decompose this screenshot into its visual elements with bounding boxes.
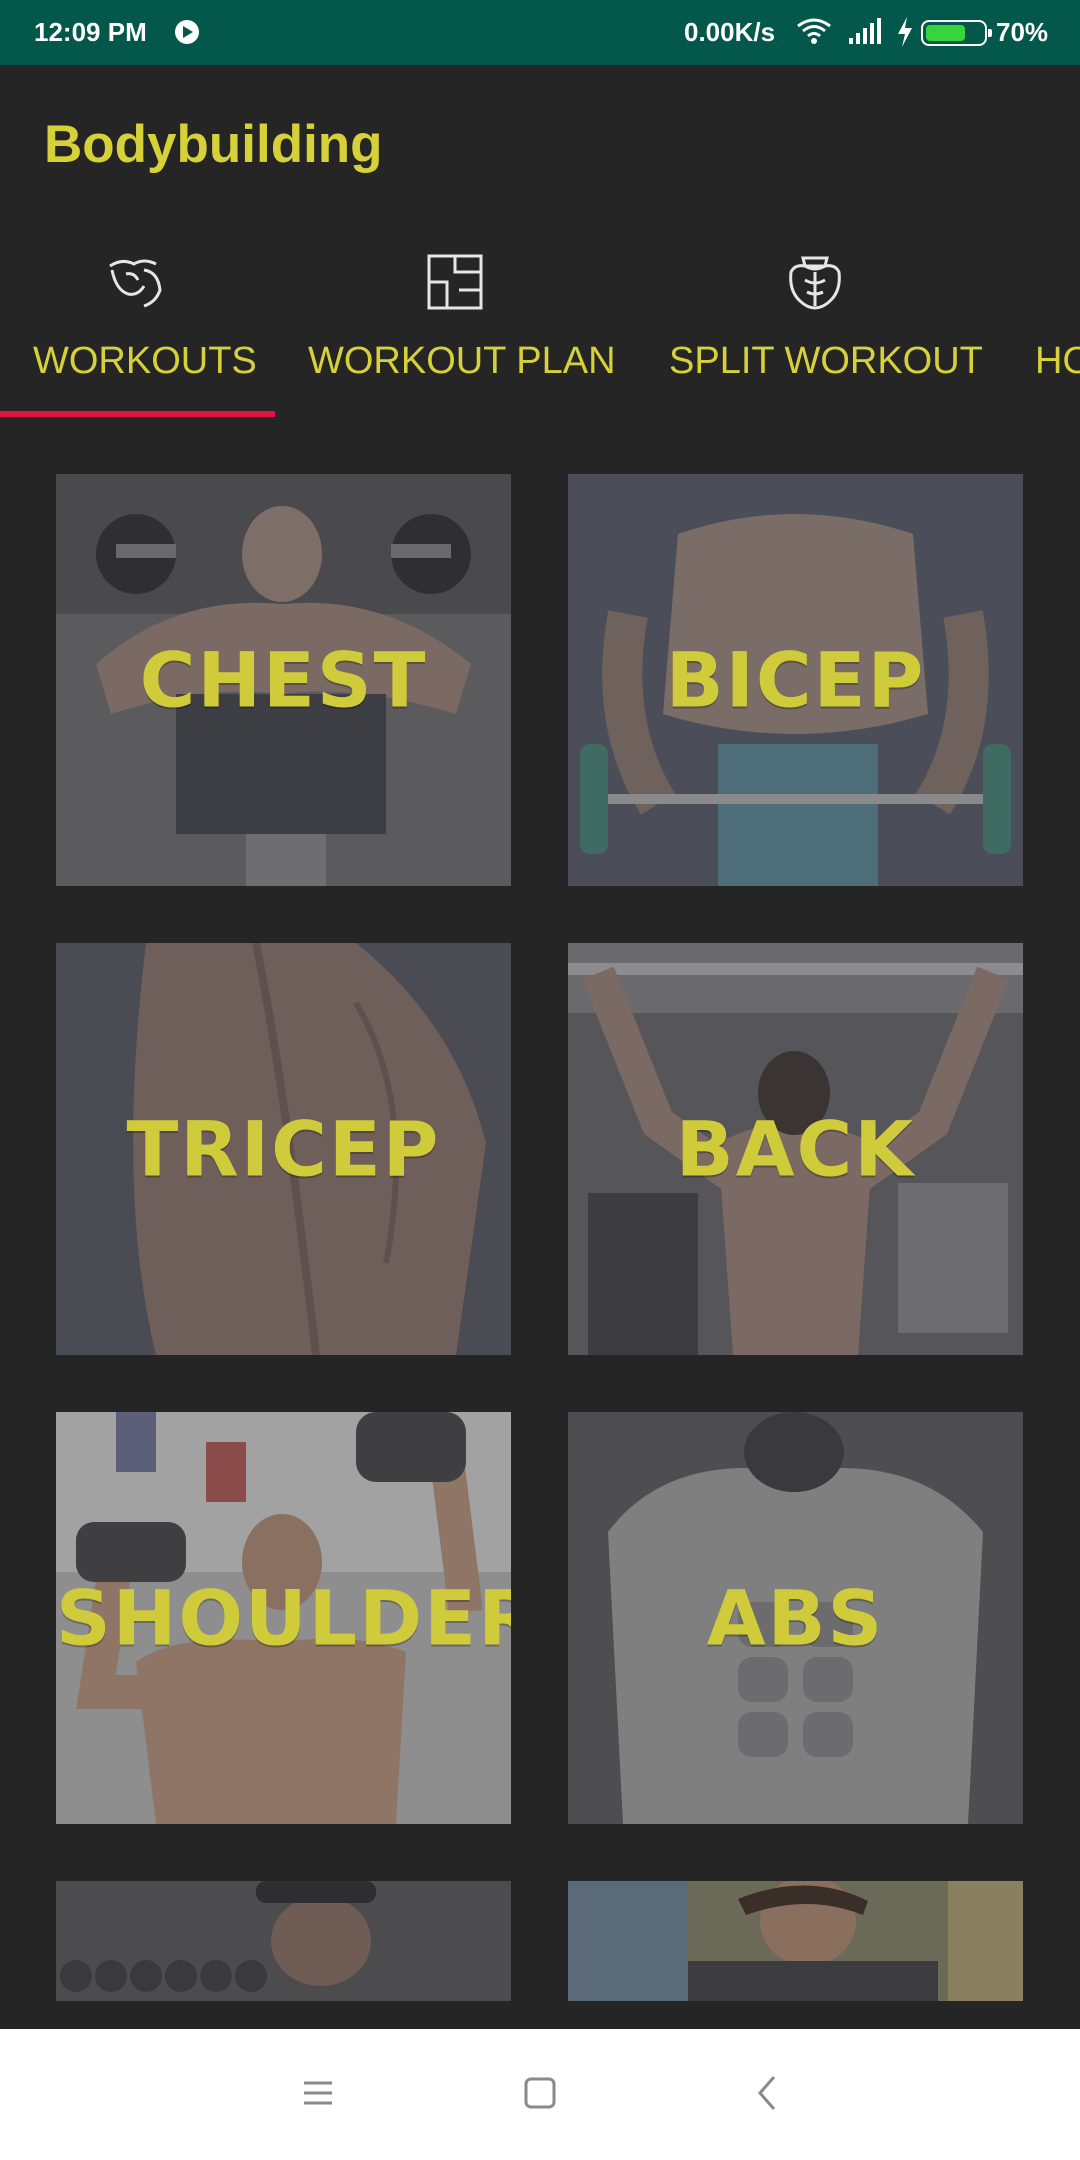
muscle-torso-icon — [789, 256, 841, 310]
workout-card-shoulder[interactable]: SHOULDER — [56, 1412, 511, 1824]
workout-card-tricep[interactable]: TRICEP — [56, 943, 511, 1355]
app-screen: 12:09 PM 0.00K/s 70% Bodybuilding WORKOU… — [0, 0, 1080, 2160]
tab-label-split-workout: SPLIT WORKOUT — [669, 340, 983, 382]
workout-label-abs: ABS — [706, 1573, 885, 1663]
home-square-icon[interactable] — [510, 2063, 570, 2123]
tab-label-workouts: WORKOUTS — [33, 340, 257, 382]
tab-label-partial: HO — [1035, 340, 1080, 382]
wifi-icon — [797, 18, 831, 44]
system-nav-bar — [0, 2029, 1080, 2160]
app-title: Bodybuilding — [44, 115, 383, 174]
charging-icon — [898, 17, 912, 47]
back-chevron-icon[interactable] — [738, 2063, 798, 2123]
workout-label-shoulder: SHOULDER — [56, 1573, 511, 1663]
floor-plan-icon — [427, 254, 483, 310]
tab-workout-plan[interactable]: WORKOUT PLAN — [275, 240, 635, 415]
workout-card-chest[interactable]: CHEST — [56, 474, 511, 886]
gym-man-photo — [568, 1881, 1023, 2001]
tab-label-workout-plan: WORKOUT PLAN — [308, 340, 616, 382]
workout-label-tricep: TRICEP — [126, 1104, 441, 1194]
workout-label-chest: CHEST — [139, 635, 428, 725]
menu-icon[interactable] — [288, 2063, 348, 2123]
workout-card-back[interactable]: BACK — [568, 943, 1023, 1355]
tab-split-workout[interactable]: SPLIT WORKOUT — [635, 240, 1005, 415]
status-time: 12:09 PM — [34, 17, 147, 47]
signal-icon — [849, 18, 881, 44]
workout-label-bicep: BICEP — [665, 635, 926, 725]
network-speed: 0.00K/s — [684, 17, 776, 47]
battery-icon — [921, 20, 992, 46]
tab-selected-indicator — [0, 411, 275, 417]
workout-card-abs[interactable]: ABS — [568, 1412, 1023, 1824]
tab-partial[interactable]: HO — [1005, 240, 1080, 415]
bicep-flex-icon — [109, 259, 162, 308]
play-store-notification-icon — [175, 20, 199, 44]
battery-level — [926, 25, 965, 41]
workout-label-back: BACK — [675, 1104, 916, 1194]
tab-workouts[interactable]: WORKOUTS — [0, 240, 275, 415]
workout-card-partial-left[interactable] — [56, 1881, 511, 2001]
battery-percent: 70% — [996, 17, 1049, 47]
dumbbell-rack-photo — [56, 1881, 511, 2001]
workout-card-partial-right[interactable] — [568, 1881, 1023, 2001]
status-bar: 12:09 PM 0.00K/s 70% — [0, 0, 1080, 65]
workout-card-bicep[interactable]: BICEP — [568, 474, 1023, 886]
